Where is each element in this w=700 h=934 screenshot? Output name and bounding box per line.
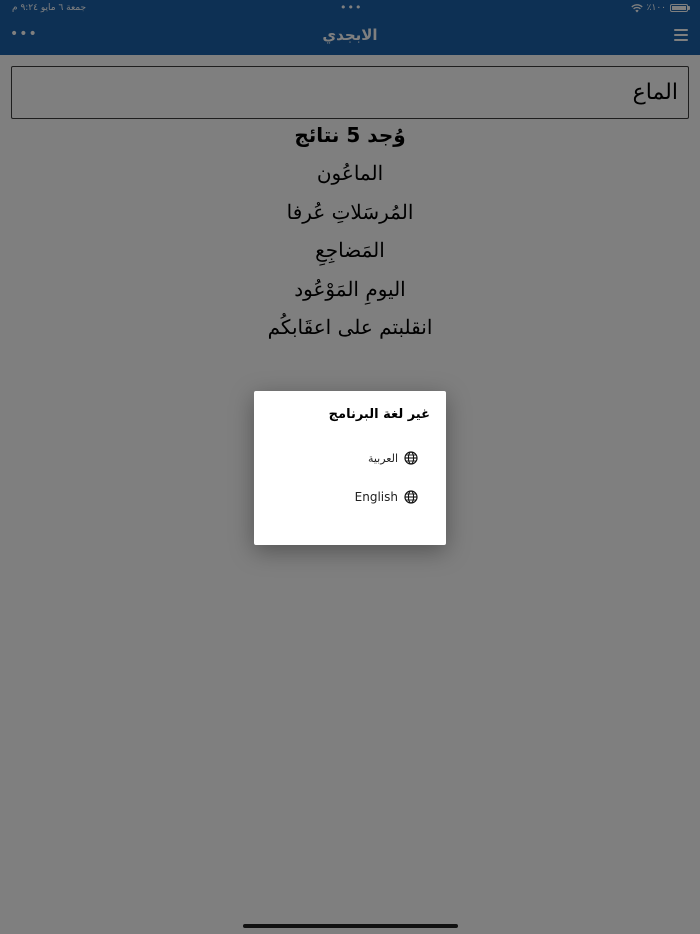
language-option-english[interactable]: English bbox=[355, 490, 418, 504]
globe-icon bbox=[404, 490, 418, 504]
dialog-title: غير لغة البرنامج bbox=[328, 407, 430, 422]
home-indicator[interactable] bbox=[243, 924, 458, 928]
language-label: العربية bbox=[367, 451, 398, 465]
language-label: English bbox=[354, 490, 398, 504]
language-option-arabic[interactable]: العربية bbox=[368, 451, 418, 465]
globe-icon bbox=[404, 451, 418, 465]
language-dialog: غير لغة البرنامج العربية English bbox=[254, 391, 446, 545]
